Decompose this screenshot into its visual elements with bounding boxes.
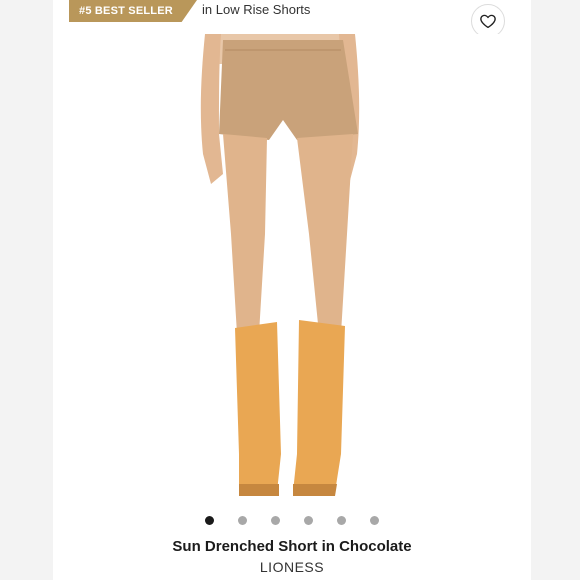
carousel-dots (53, 516, 531, 525)
heart-icon (480, 14, 496, 29)
carousel-dot-3[interactable] (271, 516, 280, 525)
carousel-dot-5[interactable] (337, 516, 346, 525)
category-link[interactable]: in Low Rise Shorts (202, 2, 310, 17)
carousel-dot-2[interactable] (238, 516, 247, 525)
product-image[interactable] (53, 34, 531, 504)
carousel-dot-6[interactable] (370, 516, 379, 525)
carousel-dot-4[interactable] (304, 516, 313, 525)
carousel-dot-1[interactable] (205, 516, 214, 525)
product-brand[interactable]: LIONESS (53, 559, 531, 575)
best-seller-badge: #5 BEST SELLER (69, 0, 197, 22)
favorite-button[interactable] (471, 4, 505, 38)
product-title[interactable]: Sun Drenched Short in Chocolate (53, 538, 531, 555)
product-card: #5 BEST SELLER in Low Rise Shorts Sun Dr… (53, 0, 531, 580)
